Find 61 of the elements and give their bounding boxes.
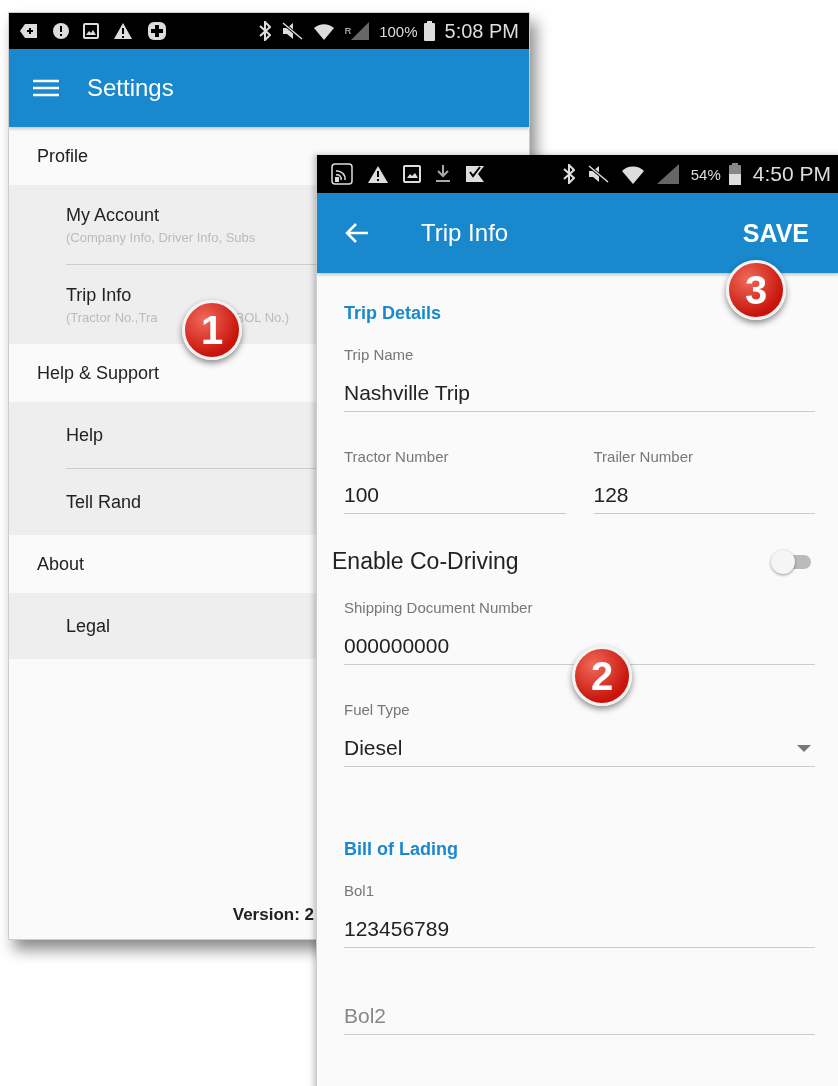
item-title: Help [66,424,104,446]
text-field[interactable]: Trailer Number 128 [593,448,815,514]
item-title: Legal [66,615,111,637]
section-header: About [37,553,85,575]
item-title: Tell Rand [66,491,142,513]
field-value: Diesel [344,736,403,760]
field-value: 100 [344,483,380,507]
field-value: 128 [593,483,629,507]
field-label: Bol1 [344,882,375,899]
back-arrow-icon[interactable] [345,223,369,243]
wifi-icon [312,22,335,40]
warning-icon [367,164,389,184]
tag-plus-icon [19,22,39,40]
section-heading: Bill of Lading [344,839,458,859]
signal-icon [351,22,370,40]
field-label: Tractor Number [344,448,449,465]
status-time: 4:50 PM [752,162,831,186]
check-flag-icon [465,165,485,183]
alert-icon [53,23,69,39]
version-text: Version: 2 [232,905,314,925]
field-value: Nashville Trip [344,381,471,405]
app-bar-title: Trip Info [421,219,510,247]
signal-icon [656,164,679,184]
text-field[interactable]: Bol1 123456789 [344,882,815,948]
cast-icon [331,163,353,185]
field-label: Trailer Number [593,448,693,465]
menu-icon[interactable] [33,79,59,97]
warning-icon [113,22,133,40]
battery-icon [728,163,741,185]
mute-icon [586,165,609,183]
save-button[interactable]: SAVE [742,214,809,252]
toggle-label: Enable Co-Driving [332,548,519,575]
battery-percent: 100% [379,22,418,40]
battery-percent: 54% [690,165,721,183]
download-icon [435,165,451,183]
image-icon [83,23,99,39]
field-label: Shipping Document Number [344,599,533,616]
item-title: My Account [66,204,160,226]
wifi-icon [620,164,645,184]
section-header: Profile [37,145,89,167]
section-heading: Trip Details [344,303,442,323]
battery-icon [423,21,435,41]
item-title: Trip Info [66,284,132,306]
field-label: Trip Name [344,346,414,363]
settings-item[interactable]: Help [66,402,316,468]
text-field[interactable]: Trip Name Nashville Trip [344,346,815,412]
field-value: 123456789 [344,917,450,941]
roaming-indicator: R [344,25,352,36]
image-icon [403,165,421,183]
bluetooth-icon [258,21,271,41]
status-time: 5:08 PM [444,19,519,43]
mute-icon [280,22,303,40]
field-placeholder: Bol2 [344,1004,387,1028]
app-bar-title: Settings [87,74,174,102]
dropdown-caret-icon [797,744,811,752]
field-value: 000000000 [344,634,450,658]
text-field[interactable]: Tractor Number 100 [344,448,566,514]
plus-icon [147,21,167,41]
section-header: Help & Support [37,362,160,384]
field-label: Fuel Type [344,701,410,718]
bluetooth-icon [562,164,575,184]
